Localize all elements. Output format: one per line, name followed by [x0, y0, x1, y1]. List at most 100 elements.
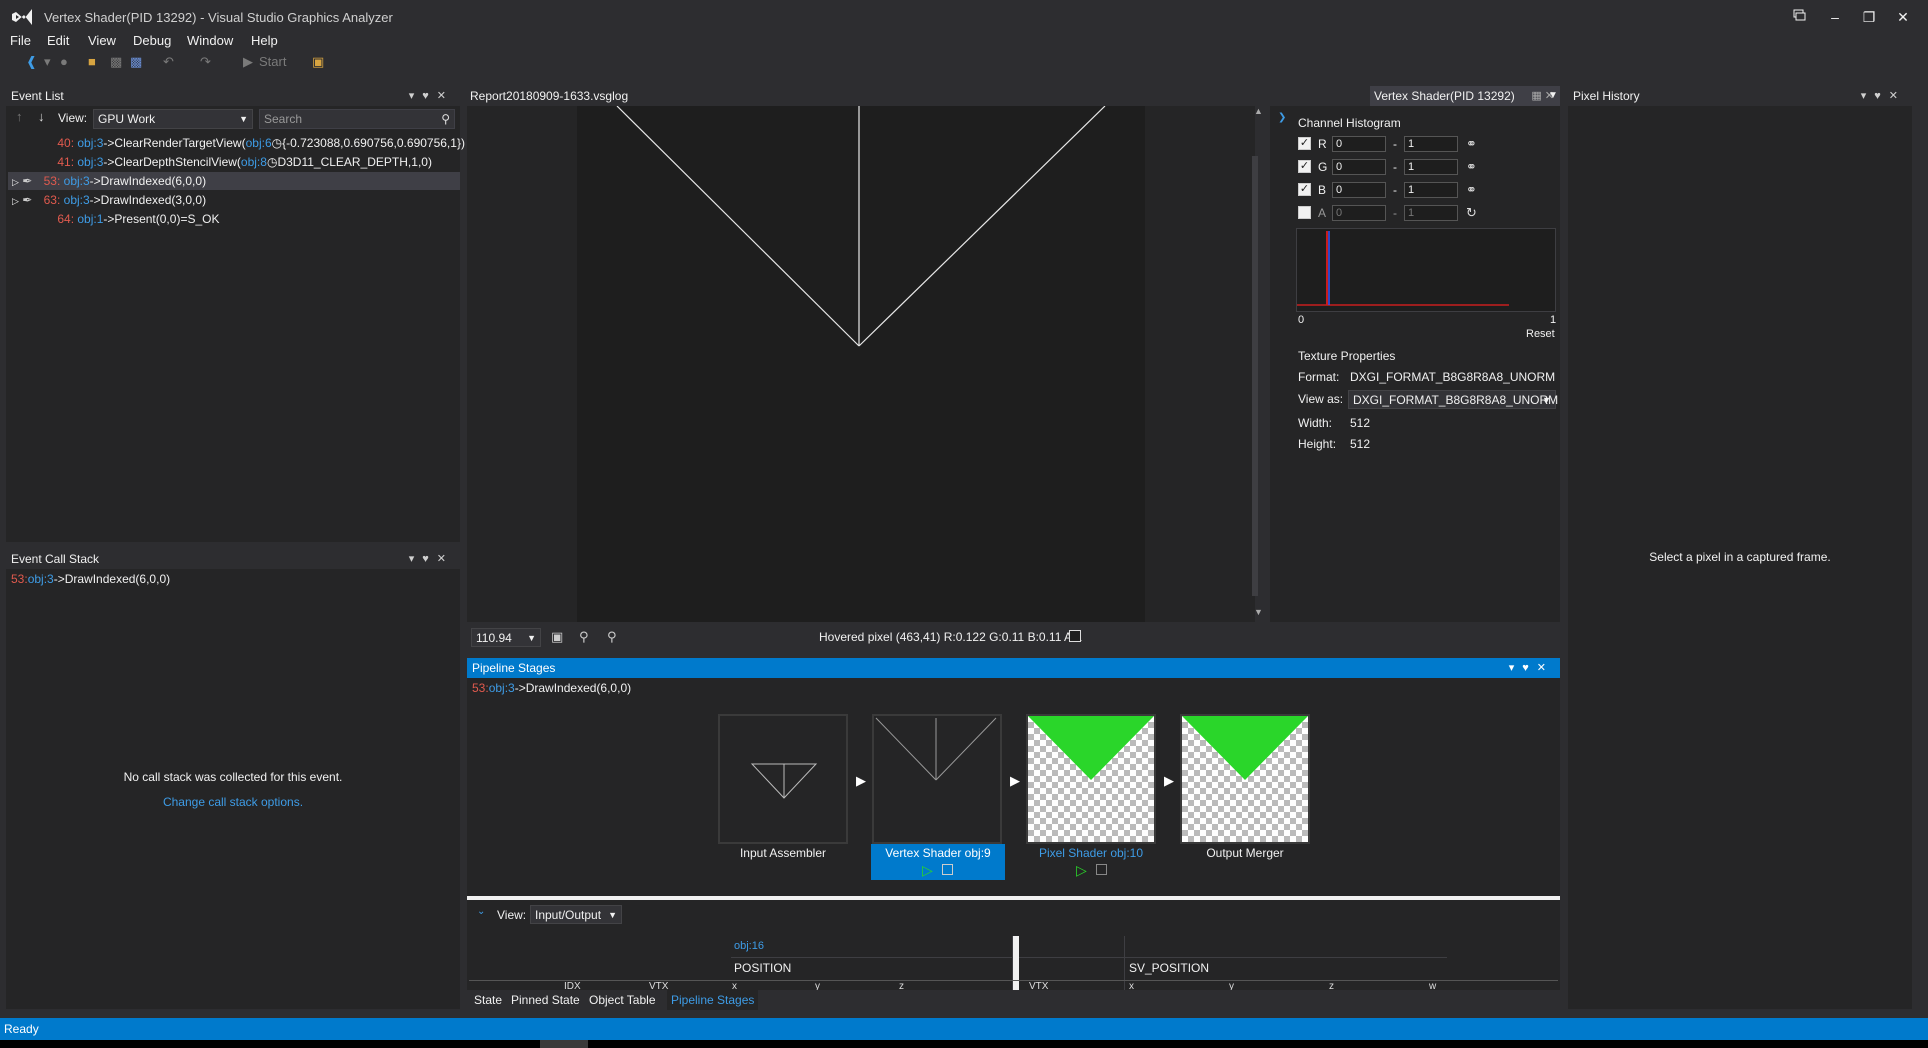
capture-frame-icon[interactable]: ▣ [312, 54, 324, 70]
event-obj-link[interactable]: obj:3 [28, 572, 54, 586]
channel-g-min[interactable]: 0 [1332, 159, 1386, 175]
panel-controls-icon[interactable]: ▾♥✕ [1861, 86, 1906, 106]
link-icon[interactable]: ⚭ [1466, 182, 1477, 198]
scroll-up-icon[interactable]: ▲ [1254, 106, 1263, 116]
io-view-dropdown[interactable]: Input/Output ▼ [530, 905, 622, 924]
event-obj-link[interactable]: obj:1 [77, 212, 103, 226]
search-input[interactable]: Search ⚲ [259, 109, 455, 129]
unlink-icon[interactable]: ↻ [1466, 205, 1477, 221]
channel-a-checkbox[interactable] [1298, 206, 1311, 219]
menu-file[interactable]: File [10, 33, 31, 48]
stop-icon[interactable] [942, 864, 953, 875]
width-value: 512 [1350, 416, 1371, 430]
back-dropdown-icon[interactable]: ▾ [44, 54, 51, 70]
event-row[interactable]: 41: obj:3->ClearDepthStencilView(obj:8◷D… [12, 153, 462, 171]
menu-view[interactable]: View [88, 33, 116, 48]
scroll-down-icon[interactable]: ▼ [1254, 607, 1263, 617]
event-obj-link[interactable]: obj:3 [489, 681, 515, 695]
zoom-in-icon[interactable]: ⚲ [607, 629, 617, 645]
view-dropdown[interactable]: GPU Work ▼ [93, 109, 253, 129]
event-row[interactable]: ▷ ✒ 63: obj:3->DrawIndexed(3,0,0) [8, 191, 458, 209]
channel-a-max[interactable]: 1 [1404, 205, 1458, 221]
event-obj-link[interactable]: obj:3 [77, 136, 103, 150]
collapse-icon[interactable]: ⌄ [477, 906, 485, 917]
render-target-image[interactable] [577, 105, 1145, 622]
panel-controls-icon[interactable]: ▾♥✕ [409, 86, 454, 106]
channel-a-min[interactable]: 0 [1332, 205, 1386, 221]
range-separator: - [1393, 160, 1397, 174]
channel-b-max[interactable]: 1 [1404, 182, 1458, 198]
expand-icon[interactable]: ▷ [12, 177, 19, 187]
stage-pixel-shader[interactable] [1026, 714, 1156, 844]
zoom-out-icon[interactable]: ⚲ [579, 629, 589, 645]
link-icon[interactable]: ⚭ [1466, 136, 1477, 152]
position-header: POSITION [734, 961, 792, 975]
vertex-shader-tab[interactable]: Vertex Shader(PID 13292) ▦ ✕ [1370, 86, 1560, 106]
save-all-icon[interactable]: ▩ [130, 54, 142, 70]
menu-debug[interactable]: Debug [133, 33, 171, 48]
histogram-reset-link[interactable]: Reset [1526, 328, 1555, 340]
channel-r-checkbox[interactable]: ✓ [1298, 137, 1311, 150]
channel-b-min[interactable]: 0 [1332, 182, 1386, 198]
debug-play-icon[interactable]: ▷ [922, 862, 933, 879]
save-icon[interactable]: ▩ [110, 54, 122, 70]
stage-vertex-shader[interactable] [872, 714, 1002, 844]
tab-pipeline-stages[interactable]: Pipeline Stages [667, 990, 759, 1010]
redo-icon[interactable]: ↷ [200, 54, 211, 70]
restore-button[interactable]: ❐ [1852, 4, 1886, 30]
stop-icon[interactable] [1096, 864, 1107, 875]
stage-label[interactable]: Pixel Shader obj:10 [1024, 846, 1158, 860]
arrow-down-icon[interactable]: ↓ [38, 109, 45, 124]
start-button[interactable]: Start [259, 54, 286, 69]
stage-output-merger[interactable] [1180, 714, 1310, 844]
tab-list-dropdown-icon[interactable]: ▼ [1548, 86, 1558, 106]
channel-g-checkbox[interactable]: ✓ [1298, 160, 1311, 173]
arrow-up-icon[interactable]: ↑ [16, 109, 23, 124]
forward-icon[interactable]: ● [60, 54, 68, 69]
open-file-icon[interactable]: ■ [88, 54, 96, 69]
call-stack-header: Event Call Stack ▾♥✕ [6, 549, 460, 569]
event-obj-link[interactable]: obj:3 [64, 174, 90, 188]
fit-to-window-icon[interactable]: ▣ [551, 629, 563, 645]
tab-pinned-state[interactable]: Pinned State [511, 990, 580, 1010]
change-call-stack-link[interactable]: Change call stack options. [6, 795, 460, 809]
arrow-right-icon: ▶ [1010, 773, 1020, 788]
menu-window[interactable]: Window [187, 33, 233, 48]
expand-icon[interactable]: ▷ [12, 196, 19, 206]
event-obj-link[interactable]: obj:3 [64, 193, 90, 207]
close-window-button[interactable]: ✕ [1886, 4, 1920, 30]
vertical-scrollbar[interactable] [1252, 112, 1258, 612]
debug-play-icon[interactable]: ▷ [1076, 862, 1087, 879]
zoom-dropdown[interactable]: 110.94 ▼ [471, 628, 541, 647]
panel-controls-icon[interactable]: ▾♥✕ [409, 549, 454, 569]
event-row[interactable]: 40: obj:3->ClearRenderTargetView(obj:6◷{… [12, 134, 465, 152]
vertex-shader-tab-label: Vertex Shader(PID 13292) [1374, 89, 1515, 103]
minimize-button[interactable]: – [1818, 4, 1852, 30]
brush-icon: ✒ [22, 174, 33, 188]
tab-state[interactable]: State [474, 990, 502, 1010]
event-row[interactable]: 64: obj:1->Present(0,0)=S_OK [12, 210, 462, 228]
menu-edit[interactable]: Edit [47, 33, 69, 48]
back-icon[interactable]: ❰ [26, 54, 37, 70]
undo-icon[interactable]: ↶ [163, 54, 174, 70]
event-obj-link[interactable]: obj:3 [77, 155, 103, 169]
collapse-panel-icon[interactable]: ❯ [1278, 112, 1286, 123]
link-icon[interactable]: ⚭ [1466, 159, 1477, 175]
view-as-dropdown[interactable]: DXGI_FORMAT_B8G8R8A8_UNORM ▼ [1348, 390, 1558, 409]
event-id: 53: [11, 572, 28, 586]
notifications-icon[interactable] [1782, 4, 1816, 30]
channel-g-max[interactable]: 1 [1404, 159, 1458, 175]
menu-help[interactable]: Help [251, 33, 278, 48]
panel-controls-icon[interactable]: ▾♥✕ [1509, 658, 1554, 678]
start-icon[interactable]: ▶ [243, 54, 253, 70]
channel-r-min[interactable]: 0 [1332, 136, 1386, 152]
channel-b-checkbox[interactable]: ✓ [1298, 183, 1311, 196]
channel-r-max[interactable]: 1 [1404, 136, 1458, 152]
event-arg-obj-link[interactable]: obj:6 [246, 136, 272, 150]
io-buffer-obj-link[interactable]: obj:16 [734, 940, 764, 952]
event-row-selected[interactable]: ▷ ✒ 53: obj:3->DrawIndexed(6,0,0) [8, 172, 460, 190]
document-tab[interactable]: Report20180909-1633.vsglog [470, 86, 628, 106]
stage-input-assembler[interactable] [718, 714, 848, 844]
tab-object-table[interactable]: Object Table [589, 990, 656, 1010]
event-arg-obj-link[interactable]: obj:8 [241, 155, 267, 169]
